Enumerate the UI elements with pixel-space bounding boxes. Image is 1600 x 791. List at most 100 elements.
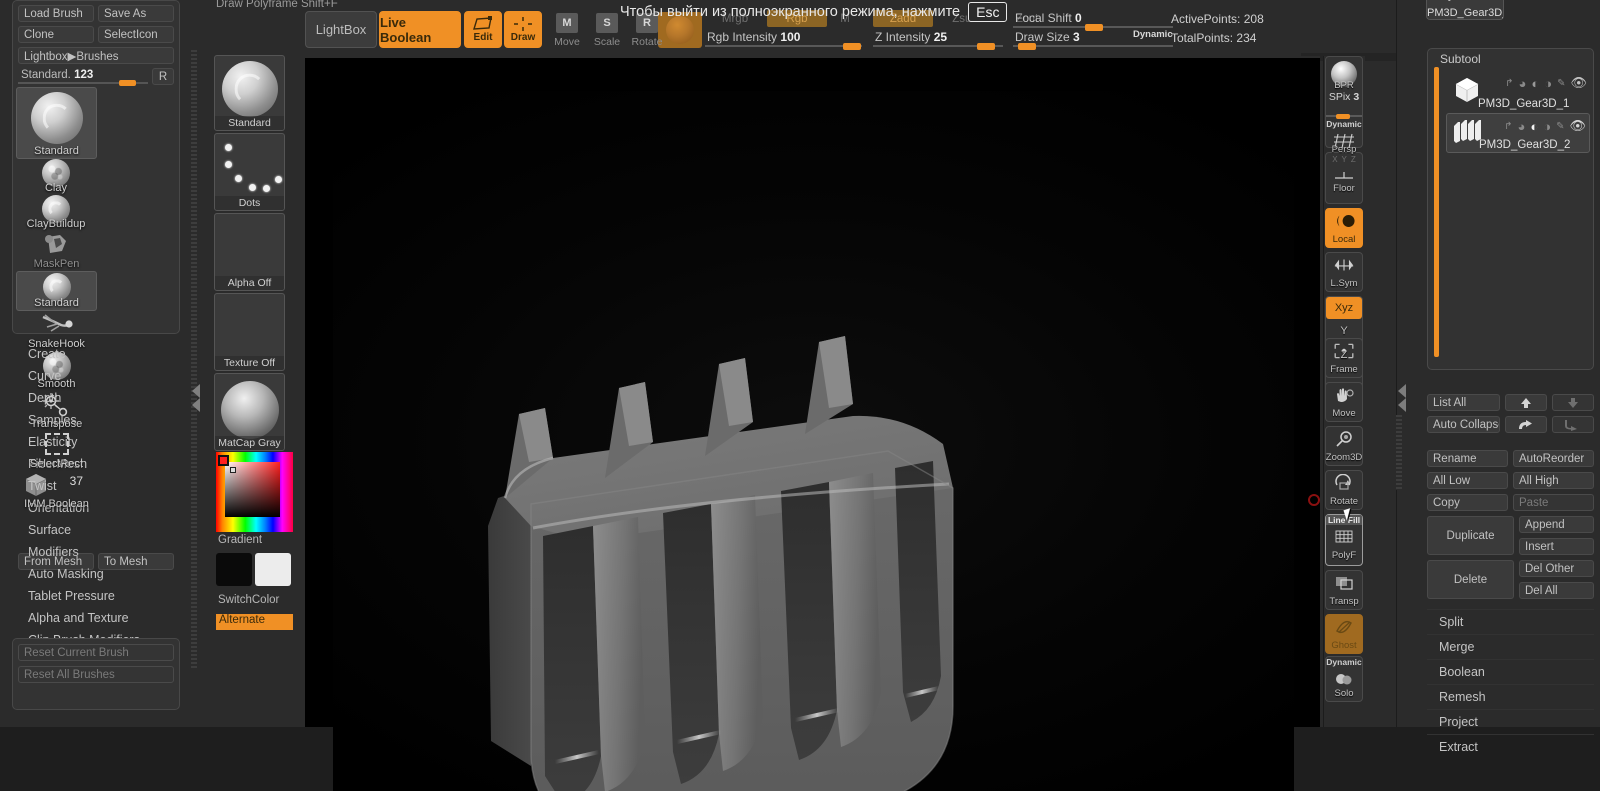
list-item-split[interactable]: Split: [1427, 609, 1594, 634]
brush-item-snakehook[interactable]: SnakeHook: [16, 311, 97, 351]
canvas-background[interactable]: [305, 58, 1320, 791]
move-nav-button[interactable]: Move: [1326, 383, 1362, 419]
rename-button[interactable]: Rename: [1427, 450, 1508, 467]
xyz-button[interactable]: Xyz: [1326, 297, 1362, 319]
palette-scrollbar[interactable]: [191, 50, 197, 670]
menu-item-alpha-and-texture[interactable]: Alpha and Texture: [12, 607, 182, 629]
all-low-button[interactable]: All Low: [1427, 472, 1508, 489]
current-tool-slot[interactable]: 2 PM3D_Gear3D_2: [1426, 0, 1504, 20]
list-item-merge[interactable]: Merge: [1427, 634, 1594, 659]
line-fill-label[interactable]: Line Fill: [1326, 515, 1362, 525]
menu-item-elasticity[interactable]: Elasticity: [12, 431, 182, 453]
smooth-toggle-icon[interactable]: ↱: [1505, 78, 1513, 89]
shading-toggle-icon[interactable]: ◐: [1531, 76, 1539, 91]
edit-button[interactable]: Edit: [464, 11, 502, 48]
gradient-label[interactable]: Gradient: [216, 534, 293, 546]
copy-button[interactable]: Copy: [1427, 494, 1508, 511]
subtool-row-1[interactable]: ↱ ◕ ◐ ◑ ✎ 👁 PM3D_Gear3D_1: [1446, 71, 1590, 111]
transparency-toggle-icon[interactable]: ◑: [1544, 76, 1552, 91]
auto-reorder-button[interactable]: AutoReorder: [1513, 450, 1594, 467]
subtool-scrollbar[interactable]: [1434, 67, 1439, 357]
local-button[interactable]: Local: [1326, 209, 1362, 245]
paste-button[interactable]: Paste: [1513, 494, 1594, 511]
rgb-intensity-knob[interactable]: [843, 43, 862, 50]
lsym-button[interactable]: L.Sym: [1326, 253, 1362, 289]
clone-button[interactable]: Clone: [18, 26, 94, 43]
floor-button[interactable]: Floor: [1326, 164, 1362, 194]
reset-all-brushes-button[interactable]: Reset All Brushes: [18, 666, 174, 683]
switch-color-button[interactable]: SwitchColor: [216, 594, 293, 606]
list-item-project[interactable]: Project: [1427, 709, 1594, 734]
ghost-button[interactable]: Ghost: [1326, 615, 1362, 651]
spix-label-row[interactable]: SPix 3: [1326, 91, 1362, 103]
alternate-button[interactable]: Alternate: [216, 614, 293, 630]
brush-item-claybuildup[interactable]: ClayBuildup: [16, 195, 96, 231]
brush-item-standard[interactable]: Standard: [16, 271, 97, 311]
menu-item-surface[interactable]: Surface: [12, 519, 182, 541]
del-all-button[interactable]: Del All: [1519, 582, 1594, 599]
spix-slider[interactable]: [1326, 103, 1362, 125]
transp-button[interactable]: Transp: [1326, 571, 1362, 607]
z-intensity-slider[interactable]: Z Intensity 25: [873, 30, 1003, 50]
brush-standard-slider[interactable]: Standard. 123: [18, 68, 148, 86]
panel-collapse-up-icon[interactable]: [1398, 384, 1406, 398]
brush-item-maskpen[interactable]: MaskPen: [16, 231, 97, 271]
secondary-color-swatch[interactable]: [255, 553, 291, 586]
rotate-nav-button[interactable]: Rotate: [1326, 471, 1362, 507]
focal-shift-slider[interactable]: Focal Shift 0: [1013, 11, 1173, 31]
subtool-toggles-2[interactable]: ↱ ◕ ◐ ◑ ✎ 👁: [1504, 118, 1586, 134]
delete-button[interactable]: Delete: [1427, 560, 1514, 599]
polypaint-toggle-icon[interactable]: ◕: [1519, 76, 1527, 91]
save-as-button[interactable]: Save As: [98, 5, 174, 22]
eye-visibility-icon[interactable]: 👁: [1569, 118, 1586, 134]
auto-collapse-button[interactable]: Auto Collapse: [1427, 416, 1500, 433]
z-intensity-knob[interactable]: [977, 43, 995, 50]
right-panel-scrollbar[interactable]: [1396, 415, 1402, 490]
append-button[interactable]: Append: [1519, 516, 1594, 533]
move-button[interactable]: M Move: [547, 11, 587, 48]
brush-toggle-icon[interactable]: ✎: [1557, 78, 1565, 89]
color-picker[interactable]: [216, 452, 293, 532]
all-high-button[interactable]: All High: [1513, 472, 1594, 489]
brush-slider-knob[interactable]: [119, 80, 137, 86]
floor-x-toggle[interactable]: X: [1332, 155, 1337, 164]
menu-item-twist[interactable]: Twist: [12, 475, 182, 497]
brush-reset-r-button[interactable]: R: [152, 68, 174, 85]
palette-collapse-down-icon[interactable]: [192, 398, 200, 412]
palette-collapse-up-icon[interactable]: [192, 384, 200, 398]
select-icon-button[interactable]: SelectIcon: [98, 26, 174, 43]
zoom3d-button[interactable]: Zoom3D: [1326, 427, 1362, 463]
live-boolean-button[interactable]: Live Boolean: [379, 11, 461, 48]
reset-current-brush-button[interactable]: Reset Current Brush: [18, 644, 174, 661]
list-item-extract[interactable]: Extract: [1427, 734, 1594, 759]
stroke-tool-slot[interactable]: Standard: [214, 55, 285, 131]
brush-item-standard-large[interactable]: Standard: [16, 87, 97, 159]
list-item-boolean[interactable]: Boolean: [1427, 659, 1594, 684]
panel-collapse-down-icon[interactable]: [1398, 398, 1406, 412]
gear3d-model[interactable]: [433, 236, 963, 791]
transparency-toggle-icon[interactable]: ◑: [1543, 119, 1551, 134]
primary-color-swatch[interactable]: [216, 553, 252, 586]
alpha-slot[interactable]: Alpha Off: [214, 213, 285, 291]
menu-item-auto-masking[interactable]: Auto Masking: [12, 563, 182, 585]
draw-size-knob[interactable]: [1017, 43, 1036, 50]
del-other-button[interactable]: Del Other: [1519, 560, 1594, 577]
polypaint-toggle-icon[interactable]: ◕: [1518, 119, 1526, 134]
draw-button[interactable]: Draw: [504, 11, 542, 48]
move-up-button[interactable]: [1504, 394, 1547, 411]
rgb-intensity-slider[interactable]: Rgb Intensity 100: [705, 30, 862, 50]
load-brush-button[interactable]: Load Brush: [18, 5, 94, 22]
color-picker-marker[interactable]: [218, 455, 229, 466]
group-in-button[interactable]: [1551, 416, 1594, 433]
group-out-button[interactable]: [1504, 416, 1547, 433]
material-slot[interactable]: MatCap Gray: [214, 373, 285, 451]
subtool-toggles-1[interactable]: ↱ ◕ ◐ ◑ ✎ 👁: [1505, 75, 1587, 91]
dynamic-badge[interactable]: Dynamic: [1133, 29, 1173, 40]
menu-item-modifiers[interactable]: Modifiers: [12, 541, 182, 563]
brush-toggle-icon[interactable]: ✎: [1556, 121, 1564, 132]
list-item-remesh[interactable]: Remesh: [1427, 684, 1594, 709]
duplicate-button[interactable]: Duplicate: [1427, 516, 1514, 555]
brush-item-clay[interactable]: Clay: [16, 159, 96, 195]
smooth-toggle-icon[interactable]: ↱: [1504, 121, 1512, 132]
floor-y-toggle[interactable]: Y: [1342, 155, 1347, 164]
